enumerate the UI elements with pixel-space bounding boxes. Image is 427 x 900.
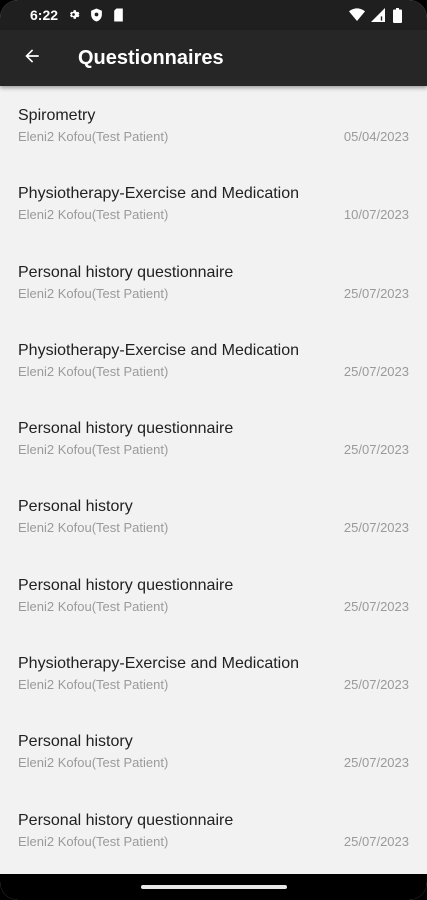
battery-icon: [393, 8, 407, 23]
questionnaire-date: 25/07/2023: [343, 520, 409, 536]
questionnaire-list-item[interactable]: Personal history Eleni2 Kofou(Test Patien…: [0, 712, 427, 790]
questionnaire-date: 25/07/2023: [343, 442, 409, 458]
questionnaire-meta: Eleni2 Kofou(Test Patient) 25/07/2023: [18, 442, 409, 457]
patient-name: Eleni2 Kofou(Test Patient): [18, 285, 169, 301]
questionnaire-title: Personal history: [18, 498, 133, 516]
page-title: Questionnaires: [78, 46, 224, 69]
questionnaire-list-item[interactable]: Spirometry Eleni2 Kofou(Test Patient) 05/0…: [0, 86, 427, 164]
status-bar: 6:22: [0, 0, 427, 30]
patient-name: Eleni2 Kofou(Test Patient): [18, 677, 169, 693]
status-time: 6:22: [30, 7, 59, 23]
questionnaire-title: Personal history questionnaire: [18, 576, 234, 594]
questionnaire-title: Personal history questionnaire: [18, 420, 234, 438]
questionnaire-title: Personal history: [18, 733, 133, 751]
questionnaire-date: 25/07/2023: [343, 677, 409, 693]
questionnaire-title: Physiotherapy-Exercise and Medication: [18, 655, 300, 673]
questionnaire-meta: Eleni2 Kofou(Test Patient) 25/07/2023: [18, 520, 409, 535]
questionnaire-list: Spirometry Eleni2 Kofou(Test Patient) 05/0…: [0, 86, 427, 874]
patient-name: Eleni2 Kofou(Test Patient): [18, 207, 169, 223]
questionnaire-title: Personal history questionnaire: [18, 263, 234, 281]
arrow-left-icon: [22, 46, 42, 71]
questionnaire-meta: Eleni2 Kofou(Test Patient) 05/04/2023: [18, 129, 409, 144]
patient-name: Eleni2 Kofou(Test Patient): [18, 833, 169, 849]
patient-name: Eleni2 Kofou(Test Patient): [18, 598, 169, 614]
questionnaire-date: 10/07/2023: [343, 207, 409, 223]
questionnaire-meta: Eleni2 Kofou(Test Patient) 25/07/2023: [18, 677, 409, 692]
questionnaire-list-item[interactable]: Personal history questionnaire Eleni2 Kof…: [0, 556, 427, 634]
wifi-icon: [349, 8, 365, 22]
questionnaire-list-item[interactable]: Personal history questionnaire Eleni2 Kof…: [0, 243, 427, 321]
questionnaire-title: Personal history questionnaire: [18, 811, 234, 829]
questionnaire-list-item[interactable]: Personal history questionnaire Eleni2 Kof…: [0, 791, 427, 869]
questionnaire-meta: Eleni2 Kofou(Test Patient) 25/07/2023: [18, 755, 409, 770]
questionnaire-list-item[interactable]: Physiotherapy-Exercise and Medication Ele…: [0, 321, 427, 399]
questionnaire-date: 25/07/2023: [343, 598, 409, 614]
signal-icon: [371, 8, 385, 22]
questionnaire-title: Physiotherapy-Exercise and Medication: [18, 185, 300, 203]
questionnaire-meta: Eleni2 Kofou(Test Patient) 10/07/2023: [18, 207, 409, 222]
patient-name: Eleni2 Kofou(Test Patient): [18, 755, 169, 771]
settings-icon: [67, 8, 81, 22]
phone-screen: 6:22 Questionnaires Spirometry Eleni2 Ko…: [0, 0, 427, 900]
system-nav-bar: [0, 874, 427, 900]
back-button[interactable]: [0, 30, 64, 86]
questionnaire-meta: Eleni2 Kofou(Test Patient) 25/07/2023: [18, 364, 409, 379]
questionnaire-title: Spirometry: [18, 107, 96, 124]
questionnaire-list-item[interactable]: Personal history Eleni2 Kofou(Test Patien…: [0, 477, 427, 555]
questionnaire-meta: Eleni2 Kofou(Test Patient) 25/07/2023: [18, 599, 409, 614]
questionnaire-list-item[interactable]: Physiotherapy-Exercise and Medication Ele…: [0, 164, 427, 242]
patient-name: Eleni2 Kofou(Test Patient): [18, 363, 169, 379]
patient-name: Eleni2 Kofou(Test Patient): [18, 520, 169, 536]
questionnaire-meta: Eleni2 Kofou(Test Patient) 25/07/2023: [18, 286, 409, 301]
sim-card-icon: [113, 8, 127, 22]
questionnaire-title: Physiotherapy-Exercise and Medication: [18, 341, 300, 359]
questionnaire-meta: Eleni2 Kofou(Test Patient) 25/07/2023: [18, 834, 409, 849]
shield-icon: [90, 8, 104, 22]
home-gesture-handle[interactable]: [140, 885, 287, 889]
questionnaire-date: 25/07/2023: [343, 833, 409, 849]
questionnaire-date: 25/07/2023: [343, 755, 409, 771]
questionnaire-date: 25/07/2023: [343, 363, 409, 379]
questionnaire-date: 25/07/2023: [343, 285, 409, 301]
patient-name: Eleni2 Kofou(Test Patient): [18, 129, 169, 144]
status-bar-right: [349, 8, 407, 23]
questionnaire-list-item[interactable]: Personal history questionnaire Eleni2 Kof…: [0, 399, 427, 477]
questionnaire-date: 05/04/2023: [343, 129, 409, 144]
questionnaire-list-item[interactable]: Physiotherapy-Exercise and Medication Ele…: [0, 634, 427, 712]
app-bar: Questionnaires: [0, 30, 427, 86]
status-bar-left: 6:22: [30, 7, 127, 23]
patient-name: Eleni2 Kofou(Test Patient): [18, 442, 169, 458]
